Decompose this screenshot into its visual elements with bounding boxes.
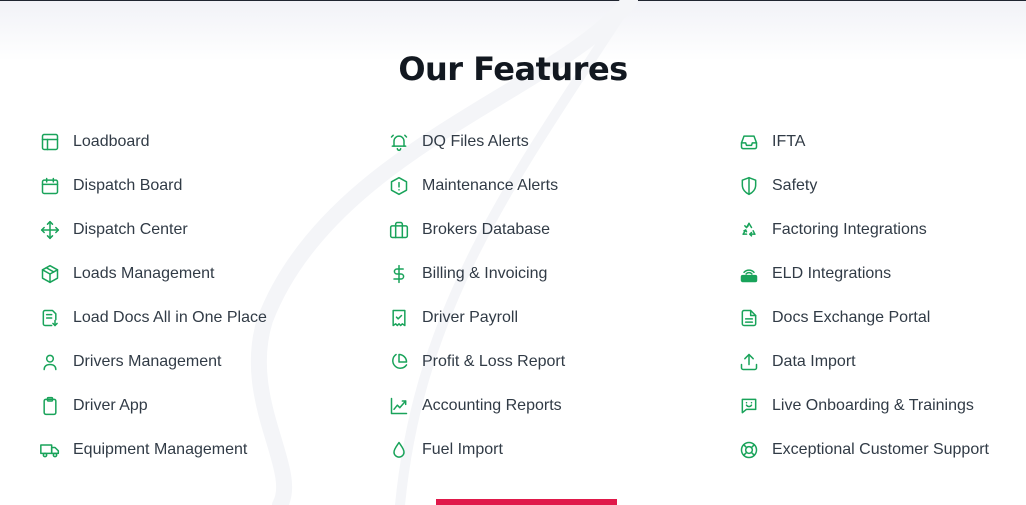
feature-label: Exceptional Customer Support	[772, 441, 989, 458]
feature-label: Fuel Import	[422, 441, 503, 458]
cta-button[interactable]	[436, 499, 617, 505]
feature-driver-payroll[interactable]: Driver Payroll	[389, 296, 565, 340]
feature-label: Driver App	[73, 397, 148, 414]
features-column-3: IFTA Safety Factoring Integrations ELD I…	[739, 120, 989, 472]
feature-label: Loads Management	[73, 265, 215, 282]
briefcase-icon	[389, 220, 409, 240]
feature-equipment-management[interactable]: Equipment Management	[40, 428, 267, 472]
feature-profit-loss-report[interactable]: Profit & Loss Report	[389, 340, 565, 384]
feature-brokers-database[interactable]: Brokers Database	[389, 208, 565, 252]
lifebuoy-icon	[739, 440, 759, 460]
feature-label: Profit & Loss Report	[422, 353, 566, 370]
feature-label: Live Onboarding & Trainings	[772, 397, 974, 414]
feature-label: Data Import	[772, 353, 856, 370]
receipt-check-icon	[389, 308, 409, 328]
feature-fuel-import[interactable]: Fuel Import	[389, 428, 565, 472]
feature-label: ELD Integrations	[772, 265, 892, 282]
feature-label: Maintenance Alerts	[422, 177, 559, 194]
feature-driver-app[interactable]: Driver App	[40, 384, 267, 428]
trend-chart-icon	[389, 396, 409, 416]
recycle-icon	[739, 220, 759, 240]
feature-label: Loadboard	[73, 133, 150, 150]
feature-live-onboarding[interactable]: Live Onboarding & Trainings	[739, 384, 989, 428]
feature-docs-exchange-portal[interactable]: Docs Exchange Portal	[739, 296, 989, 340]
feature-dispatch-center[interactable]: Dispatch Center	[40, 208, 267, 252]
calendar-icon	[40, 176, 60, 196]
dollar-icon	[389, 264, 409, 284]
alarm-bell-icon	[389, 132, 409, 152]
feature-loadboard[interactable]: Loadboard	[40, 120, 267, 164]
feature-label: Load Docs All in One Place	[73, 309, 267, 326]
feature-dispatch-board[interactable]: Dispatch Board	[40, 164, 267, 208]
feature-load-docs[interactable]: Load Docs All in One Place	[40, 296, 267, 340]
feature-label: Safety	[772, 177, 818, 194]
feature-label: Dispatch Board	[73, 177, 183, 194]
features-column-1: Loadboard Dispatch Board Dispatch Center…	[40, 120, 267, 472]
feature-accounting-reports[interactable]: Accounting Reports	[389, 384, 565, 428]
features-column-2: DQ Files Alerts Maintenance Alerts Broke…	[389, 120, 565, 472]
feature-customer-support[interactable]: Exceptional Customer Support	[739, 428, 989, 472]
feature-dq-files-alerts[interactable]: DQ Files Alerts	[389, 120, 565, 164]
truck-icon	[40, 440, 60, 460]
feature-drivers-management[interactable]: Drivers Management	[40, 340, 267, 384]
feature-label: Driver Payroll	[422, 309, 519, 326]
clipboard-icon	[40, 396, 60, 416]
router-icon	[739, 264, 759, 284]
feature-label: DQ Files Alerts	[422, 133, 529, 150]
document-icon	[739, 308, 759, 328]
feature-loads-management[interactable]: Loads Management	[40, 252, 267, 296]
package-icon	[40, 264, 60, 284]
feature-eld-integrations[interactable]: ELD Integrations	[739, 252, 989, 296]
feature-safety[interactable]: Safety	[739, 164, 989, 208]
hexagon-alert-icon	[389, 176, 409, 196]
feature-label: Factoring Integrations	[772, 221, 927, 238]
chat-smile-icon	[739, 396, 759, 416]
feature-data-import[interactable]: Data Import	[739, 340, 989, 384]
move-arrows-icon	[40, 220, 60, 240]
inbox-icon	[739, 132, 759, 152]
feature-label: Brokers Database	[422, 221, 551, 238]
layout-icon	[40, 132, 60, 152]
feature-label: Billing & Invoicing	[422, 265, 548, 282]
upload-icon	[739, 352, 759, 372]
feature-label: Accounting Reports	[422, 397, 562, 414]
feature-billing-invoicing[interactable]: Billing & Invoicing	[389, 252, 565, 296]
shield-icon	[739, 176, 759, 196]
feature-label: Equipment Management	[73, 441, 248, 458]
feature-label: Docs Exchange Portal	[772, 309, 931, 326]
feature-label: IFTA	[772, 133, 806, 150]
droplet-icon	[389, 440, 409, 460]
feature-label: Drivers Management	[73, 353, 222, 370]
pie-chart-icon	[389, 352, 409, 372]
feature-maintenance-alerts[interactable]: Maintenance Alerts	[389, 164, 565, 208]
feature-ifta[interactable]: IFTA	[739, 120, 989, 164]
section-title: Our Features	[398, 50, 628, 88]
user-icon	[40, 352, 60, 372]
feature-label: Dispatch Center	[73, 221, 188, 238]
file-download-icon	[40, 308, 60, 328]
feature-factoring-integrations[interactable]: Factoring Integrations	[739, 208, 989, 252]
